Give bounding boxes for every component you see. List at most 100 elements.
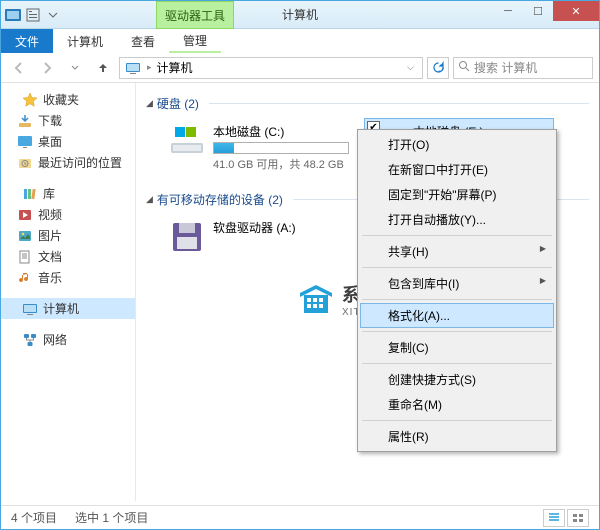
- group-label: 硬盘 (2): [157, 95, 199, 112]
- menu-separator: [362, 363, 552, 364]
- chevron-down-icon: ◢: [146, 194, 153, 205]
- sidebar-label: 计算机: [43, 300, 79, 317]
- menu-share[interactable]: 共享(H): [360, 239, 554, 264]
- documents-icon: [17, 249, 33, 265]
- refresh-button[interactable]: [427, 57, 449, 79]
- window-title: 计算机: [282, 6, 318, 23]
- contextual-tab-label: 驱动器工具: [165, 7, 225, 24]
- drive-c[interactable]: 本地磁盘 (C:) 41.0 GB 可用，共 48.2 GB: [164, 118, 354, 177]
- menu-pin-to-start[interactable]: 固定到"开始"屏幕(P): [360, 182, 554, 207]
- floppy-icon: [169, 219, 205, 255]
- sidebar-pictures[interactable]: 图片: [1, 225, 135, 246]
- view-details-button[interactable]: [543, 509, 565, 527]
- sidebar-recent[interactable]: 最近访问的位置: [1, 152, 135, 173]
- sidebar-downloads[interactable]: 下载: [1, 110, 135, 131]
- group-label: 有可移动存储的设备 (2): [157, 191, 283, 208]
- ribbon-tabs: 文件 计算机 查看 管理: [1, 29, 599, 53]
- sidebar-label: 桌面: [38, 133, 62, 150]
- drive-name: 本地磁盘 (C:): [213, 123, 349, 140]
- breadcrumb-separator[interactable]: ▸: [144, 62, 155, 73]
- group-header-hdd[interactable]: ◢ 硬盘 (2): [146, 95, 589, 112]
- window-controls: ─ ☐ ✕: [493, 1, 599, 21]
- star-icon: [22, 92, 38, 108]
- titlebar: 驱动器工具 计算机 ─ ☐ ✕: [1, 1, 599, 29]
- maximize-button[interactable]: ☐: [523, 1, 553, 21]
- qat-dropdown-icon[interactable]: [45, 7, 61, 23]
- sidebar-network[interactable]: 网络: [1, 329, 135, 350]
- divider: [209, 103, 589, 104]
- menu-properties[interactable]: 属性(R): [360, 424, 554, 449]
- menu-separator: [362, 331, 552, 332]
- menu-separator: [362, 299, 552, 300]
- desktop-icon: [17, 134, 33, 150]
- close-button[interactable]: ✕: [553, 1, 599, 21]
- sidebar-label: 下载: [38, 112, 62, 129]
- computer-icon: [125, 60, 141, 76]
- menu-format[interactable]: 格式化(A)...: [360, 303, 554, 328]
- view-icons-button[interactable]: [567, 509, 589, 527]
- menu-open[interactable]: 打开(O): [360, 132, 554, 157]
- menu-separator: [362, 235, 552, 236]
- sidebar-music[interactable]: 音乐: [1, 267, 135, 288]
- back-button[interactable]: [7, 56, 31, 80]
- address-bar[interactable]: ▸ 计算机 ⌵: [119, 57, 423, 79]
- sidebar: 收藏夹 下载 桌面 最近访问的位置 库 视频: [1, 83, 136, 501]
- menu-include-in-library[interactable]: 包含到库中(I): [360, 271, 554, 296]
- sidebar-label: 视频: [38, 206, 62, 223]
- status-selected-count: 选中 1 个项目: [75, 509, 148, 526]
- search-input[interactable]: 搜索 计算机: [453, 57, 593, 79]
- sidebar-documents[interactable]: 文档: [1, 246, 135, 267]
- video-icon: [17, 207, 33, 223]
- status-item-count: 4 个项目: [11, 509, 57, 526]
- sidebar-label: 收藏夹: [43, 91, 79, 108]
- tab-file[interactable]: 文件: [1, 29, 53, 53]
- recent-icon: [17, 155, 33, 171]
- contextual-tab-drive-tools: 驱动器工具: [156, 1, 234, 29]
- qat-properties-icon[interactable]: [25, 7, 41, 23]
- sidebar-favorites[interactable]: 收藏夹: [1, 89, 135, 110]
- menu-autoplay[interactable]: 打开自动播放(Y)...: [360, 207, 554, 232]
- watermark-icon: [296, 283, 336, 317]
- sidebar-computer[interactable]: 计算机: [1, 298, 135, 319]
- sidebar-label: 音乐: [38, 269, 62, 286]
- capacity-text: 41.0 GB 可用，共 48.2 GB: [213, 156, 349, 172]
- pictures-icon: [17, 228, 33, 244]
- sidebar-libraries[interactable]: 库: [1, 183, 135, 204]
- drive-a[interactable]: 软盘驱动器 (A:): [164, 214, 354, 260]
- sidebar-videos[interactable]: 视频: [1, 204, 135, 225]
- sidebar-desktop[interactable]: 桌面: [1, 131, 135, 152]
- address-dropdown[interactable]: ⌵: [401, 62, 420, 73]
- drive-name: 软盘驱动器 (A:): [213, 219, 349, 236]
- library-icon: [22, 186, 38, 202]
- quick-access-toolbar: [1, 7, 65, 23]
- sidebar-label: 图片: [38, 227, 62, 244]
- menu-create-shortcut[interactable]: 创建快捷方式(S): [360, 367, 554, 392]
- menu-separator: [362, 420, 552, 421]
- computer-icon: [22, 301, 38, 317]
- breadcrumb-item[interactable]: 计算机: [155, 59, 195, 76]
- history-dropdown[interactable]: [63, 56, 87, 80]
- sidebar-label: 网络: [43, 331, 67, 348]
- menu-separator: [362, 267, 552, 268]
- search-placeholder: 搜索 计算机: [474, 59, 537, 76]
- chevron-down-icon: ◢: [146, 98, 153, 109]
- capacity-bar: [213, 142, 349, 154]
- search-icon: [458, 60, 470, 75]
- drive-icon: [169, 123, 205, 159]
- tab-computer[interactable]: 计算机: [53, 29, 117, 53]
- sidebar-label: 最近访问的位置: [38, 154, 122, 171]
- menu-rename[interactable]: 重命名(M): [360, 392, 554, 417]
- music-icon: [17, 270, 33, 286]
- tab-view[interactable]: 查看: [117, 29, 169, 53]
- menu-copy[interactable]: 复制(C): [360, 335, 554, 360]
- tab-manage[interactable]: 管理: [169, 29, 221, 53]
- sidebar-label: 文档: [38, 248, 62, 265]
- menu-open-new-window[interactable]: 在新窗口中打开(E): [360, 157, 554, 182]
- up-button[interactable]: [91, 56, 115, 80]
- minimize-button[interactable]: ─: [493, 1, 523, 21]
- app-icon: [5, 7, 21, 23]
- forward-button[interactable]: [35, 56, 59, 80]
- sidebar-label: 库: [43, 185, 55, 202]
- statusbar: 4 个项目 选中 1 个项目: [1, 505, 599, 529]
- navigation-bar: ▸ 计算机 ⌵ 搜索 计算机: [1, 53, 599, 83]
